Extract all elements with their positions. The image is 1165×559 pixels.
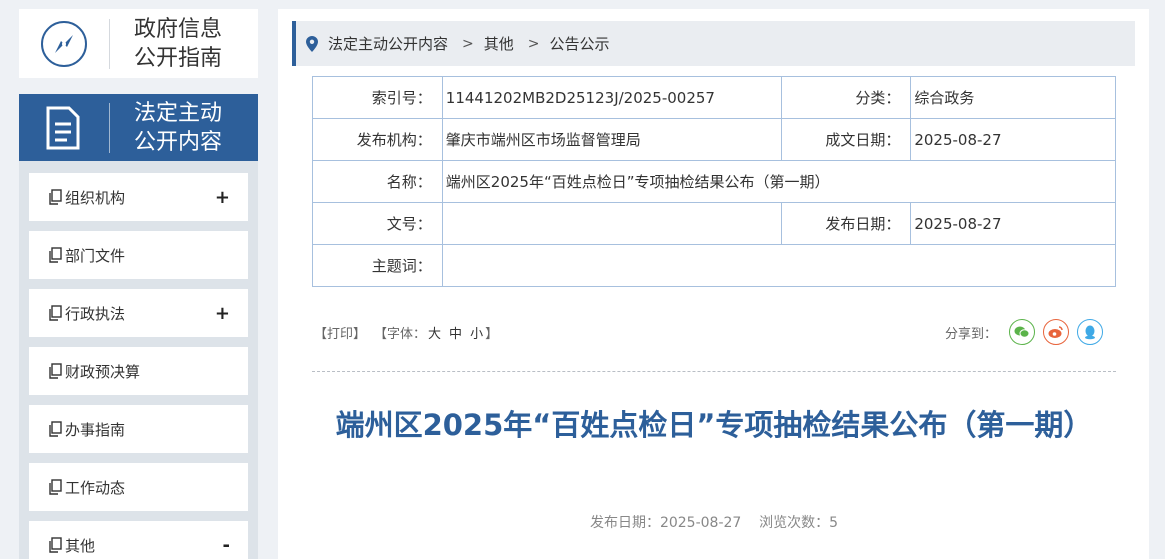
- chevron-right-icon: >: [462, 35, 474, 52]
- doc-icon: [49, 189, 63, 205]
- breadcrumb-link-announcements[interactable]: 公告公示: [550, 33, 610, 54]
- divider: [109, 18, 110, 69]
- breadcrumb: 法定主动公开内容 > 其他 > 公告公示: [292, 21, 1135, 66]
- doc-icon: [49, 537, 63, 553]
- expand-toggle[interactable]: +: [215, 187, 230, 208]
- sidebar-item-department-docs[interactable]: 部门文件: [29, 231, 248, 279]
- publish-date-label: 发布日期：: [780, 202, 912, 245]
- divider: [109, 102, 110, 153]
- main-content: 法定主动公开内容 > 其他 > 公告公示 索引号： 11441202MB2D25…: [278, 9, 1149, 559]
- doc-icon: [49, 247, 63, 263]
- font-small-button[interactable]: 小: [470, 323, 483, 342]
- table-row: 主题词：: [312, 244, 1117, 287]
- guide-title-line2: 公开指南: [134, 45, 223, 71]
- collapse-toggle[interactable]: -: [223, 535, 230, 556]
- guide-title: 政府信息 公开指南: [134, 15, 222, 73]
- location-pin-icon: [306, 35, 318, 52]
- sidebar-item-other[interactable]: 其他 -: [29, 521, 248, 559]
- chevron-right-icon: >: [527, 35, 540, 52]
- breadcrumb-link-other[interactable]: 其他: [484, 33, 514, 54]
- category-label: 分类：: [780, 76, 912, 119]
- sidebar-item-law-enforcement[interactable]: 行政执法 +: [29, 289, 248, 337]
- info-guide-link[interactable]: 政府信息 公开指南: [19, 9, 258, 78]
- sidebar-item-budget[interactable]: 财政预决算: [29, 347, 248, 395]
- sidebar-item-label: 工作动态: [65, 478, 126, 497]
- weibo-share-icon[interactable]: [1043, 319, 1070, 345]
- keywords-value: [441, 244, 1117, 287]
- sidebar-item-label: 部门文件: [65, 246, 126, 265]
- keywords-label: 主题词：: [312, 244, 443, 287]
- sidebar-item-service-guide[interactable]: 办事指南: [29, 405, 248, 453]
- share-bar: 分享到：: [945, 319, 1104, 345]
- created-date-value: 2025-08-27: [910, 118, 1116, 161]
- sidebar-nav: 组织机构 + 部门文件 行政执法 + 财政预决算 办事指南 工作动态 其他 -: [19, 161, 258, 559]
- qq-share-icon[interactable]: [1077, 319, 1104, 345]
- doc-icon: [49, 421, 63, 437]
- font-size-label: 【字体：: [374, 327, 427, 342]
- guide-title-line1: 政府信息: [134, 16, 223, 42]
- print-button[interactable]: 【打印】: [314, 323, 366, 342]
- doc-icon: [49, 305, 63, 321]
- table-row: 索引号： 11441202MB2D25123J/2025-00257 分类： 综…: [312, 76, 1116, 119]
- category-value: 综合政务: [910, 76, 1116, 119]
- document-icon: [43, 105, 83, 151]
- sidebar-item-work-news[interactable]: 工作动态: [29, 463, 248, 511]
- article-title: 端州区2025年“百姓点检日”专项抽检结果公布（第一期）: [335, 408, 1093, 442]
- active-section-header[interactable]: 法定主动 公开内容: [19, 94, 258, 161]
- table-row: 发布机构： 肇庆市端州区市场监督管理局 成文日期： 2025-08-27: [312, 118, 1116, 161]
- font-large-button[interactable]: 大: [428, 323, 441, 342]
- publisher-value: 肇庆市端州区市场监督管理局: [441, 118, 782, 161]
- breadcrumb-link-active-content[interactable]: 法定主动公开内容: [328, 33, 448, 54]
- active-title: 法定主动 公开内容: [134, 99, 222, 157]
- sidebar-item-label: 组织机构: [65, 188, 126, 207]
- active-title-line2: 公开内容: [134, 129, 223, 155]
- doc-icon: [49, 479, 63, 495]
- table-row: 文号： 发布日期： 2025-08-27: [312, 202, 1116, 245]
- document-meta-table: 索引号： 11441202MB2D25123J/2025-00257 分类： 综…: [312, 76, 1117, 287]
- sidebar-item-label: 行政执法: [65, 304, 126, 323]
- name-label: 名称：: [312, 160, 443, 203]
- sidebar-item-organization[interactable]: 组织机构 +: [29, 173, 248, 221]
- publish-date-value: 2025-08-27: [910, 202, 1116, 245]
- wechat-share-icon[interactable]: [1009, 319, 1036, 345]
- font-medium-button[interactable]: 中: [449, 323, 462, 342]
- name-value: 端州区2025年“百姓点检日”专项抽检结果公布（第一期）: [441, 160, 1117, 203]
- article-tools: 【打印】 【字体： 大 中 小 】: [314, 323, 500, 342]
- doc-number-label: 文号：: [312, 202, 443, 245]
- article-meta: 发布日期：2025-08-27 浏览次数：5: [589, 515, 839, 531]
- index-value: 11441202MB2D25123J/2025-00257: [441, 76, 782, 119]
- table-row: 名称： 端州区2025年“百姓点检日”专项抽检结果公布（第一期）: [312, 160, 1117, 203]
- doc-icon: [49, 363, 63, 379]
- font-size-close: 】: [485, 327, 499, 342]
- created-date-label: 成文日期：: [780, 118, 912, 161]
- index-label: 索引号：: [312, 76, 443, 119]
- dashed-divider: [312, 371, 1116, 372]
- expand-toggle[interactable]: +: [215, 303, 230, 324]
- sidebar-item-label: 财政预决算: [65, 362, 141, 381]
- doc-number-value: [441, 202, 782, 245]
- active-title-line1: 法定主动: [134, 100, 223, 126]
- publisher-label: 发布机构：: [312, 118, 443, 161]
- sidebar-item-label: 其他: [65, 536, 96, 555]
- share-label: 分享到：: [945, 326, 998, 342]
- compass-icon: [41, 20, 87, 67]
- sidebar-item-label: 办事指南: [65, 420, 126, 439]
